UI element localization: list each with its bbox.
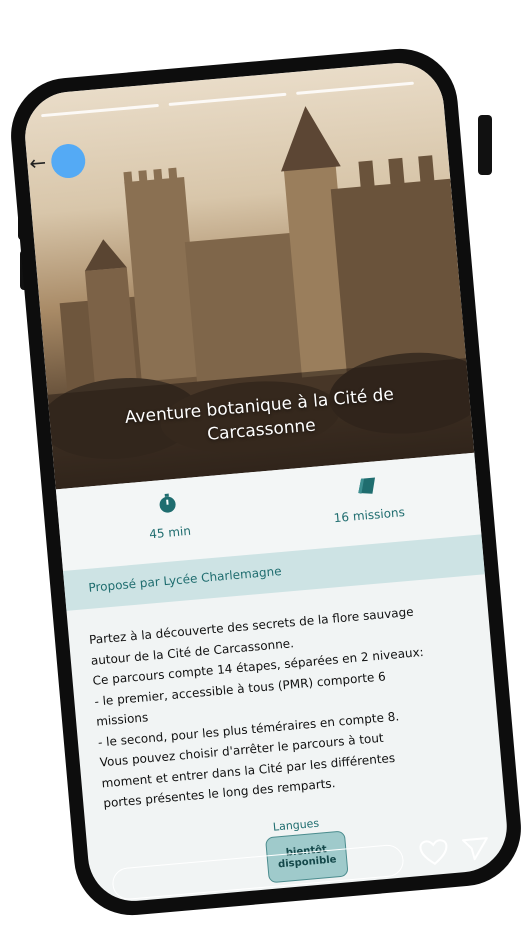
hero-image: ← Aventure botanique à la Cité de Carcas… bbox=[21, 59, 475, 490]
stopwatch-icon bbox=[159, 493, 176, 513]
description: Partez à la découverte des secrets de la… bbox=[88, 597, 487, 814]
phone-frame: ← Aventure botanique à la Cité de Carcas… bbox=[6, 44, 526, 920]
phone-screen: ← Aventure botanique à la Cité de Carcas… bbox=[21, 59, 511, 905]
duration-value: 45 min bbox=[148, 523, 192, 542]
back-arrow-icon[interactable]: ← bbox=[28, 150, 47, 175]
send-icon[interactable] bbox=[460, 834, 492, 865]
organizer-label: Proposé par Lycée Charlemagne bbox=[87, 564, 283, 595]
missions-stat: 16 missions bbox=[286, 469, 449, 529]
heart-icon[interactable] bbox=[418, 838, 450, 869]
phone-side-button-right bbox=[478, 115, 492, 175]
reply-input[interactable] bbox=[111, 843, 405, 901]
missions-value: 16 missions bbox=[333, 505, 406, 526]
duration-stat: 45 min bbox=[87, 487, 250, 547]
map-icon bbox=[358, 477, 376, 494]
